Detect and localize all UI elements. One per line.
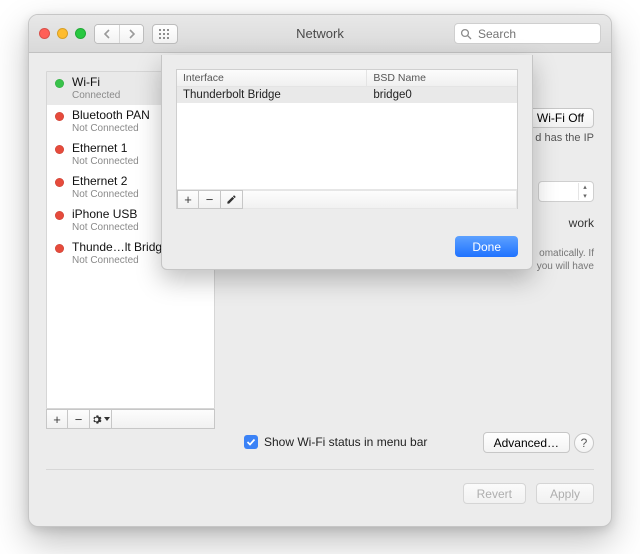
close-window-button[interactable] xyxy=(39,28,50,39)
sidebar-item-status: Not Connected xyxy=(72,156,139,168)
status-dot-icon xyxy=(55,112,64,121)
status-dot-icon xyxy=(55,79,64,88)
prefs-window: Network Wi-Fi Connected Bluetooth PAN No… xyxy=(28,14,612,527)
actions-menu-button[interactable] xyxy=(90,409,112,429)
sidebar-item-label: Wi-Fi xyxy=(72,76,120,90)
show-all-button[interactable] xyxy=(152,24,178,44)
virtual-interfaces-sheet: Interface BSD Name Thunderbolt Bridge br… xyxy=(161,55,533,270)
search-icon xyxy=(460,28,472,40)
sidebar-item-status: Not Connected xyxy=(72,222,139,234)
show-wifi-status-row[interactable]: Show Wi-Fi status in menu bar xyxy=(244,435,427,449)
zoom-window-button[interactable] xyxy=(75,28,86,39)
separator xyxy=(46,469,594,470)
sidebar-item-label: Thunde…lt Bridge xyxy=(72,241,169,255)
apply-button[interactable]: Apply xyxy=(536,483,594,504)
add-virtual-interface-button[interactable]: + xyxy=(177,190,199,209)
show-wifi-label: Show Wi-Fi status in menu bar xyxy=(264,435,427,449)
chevron-down-icon xyxy=(104,417,110,422)
turn-wifi-off-button[interactable]: Wi-Fi Off xyxy=(527,108,594,128)
edit-virtual-interface-button[interactable] xyxy=(221,190,243,209)
gear-icon xyxy=(91,414,102,425)
status-dot-icon xyxy=(55,211,64,220)
remove-virtual-interface-button[interactable]: − xyxy=(199,190,221,209)
search-field[interactable] xyxy=(454,23,601,44)
sidebar-item-label: Ethernet 1 xyxy=(72,142,139,156)
footer-buttons: Revert Apply xyxy=(463,483,594,504)
interfaces-table: Interface BSD Name Thunderbolt Bridge br… xyxy=(176,69,518,209)
remove-interface-button[interactable]: − xyxy=(68,409,90,429)
table-footer-spacer xyxy=(243,190,517,209)
sidebar-item-label: iPhone USB xyxy=(72,208,139,222)
col-bsd-name[interactable]: BSD Name xyxy=(367,70,517,86)
pencil-icon xyxy=(226,194,237,205)
sidebar-footer: + − xyxy=(46,409,215,429)
status-dot-icon xyxy=(55,244,64,253)
minimize-window-button[interactable] xyxy=(57,28,68,39)
table-header-row: Interface BSD Name xyxy=(177,70,517,87)
sidebar-item-label: Bluetooth PAN xyxy=(72,109,150,123)
help-button[interactable]: ? xyxy=(574,433,594,453)
cell-bsd-name: bridge0 xyxy=(367,87,517,103)
checkbox-checked-icon[interactable] xyxy=(244,435,258,449)
sidebar-item-label: Ethernet 2 xyxy=(72,175,139,189)
search-input[interactable] xyxy=(476,26,595,42)
forward-button[interactable] xyxy=(119,25,143,43)
select-stepper-icon: ▴▾ xyxy=(578,183,591,200)
table-footer: + − xyxy=(177,189,517,208)
network-label-fragment: work xyxy=(569,216,594,230)
sidebar-item-status: Not Connected xyxy=(72,189,139,201)
revert-button[interactable]: Revert xyxy=(463,483,526,504)
status-text-fragment: d has the IP xyxy=(535,131,594,146)
sidebar-item-status: Not Connected xyxy=(72,255,169,267)
col-interface[interactable]: Interface xyxy=(177,70,367,86)
add-interface-button[interactable]: + xyxy=(46,409,68,429)
cell-interface: Thunderbolt Bridge xyxy=(177,87,367,103)
sidebar-item-status: Connected xyxy=(72,90,120,102)
status-dot-icon xyxy=(55,178,64,187)
advanced-button[interactable]: Advanced… xyxy=(483,432,570,453)
table-row[interactable]: Thunderbolt Bridge bridge0 xyxy=(177,87,517,103)
sidebar-item-status: Not Connected xyxy=(72,123,150,135)
back-button[interactable] xyxy=(95,25,119,43)
network-name-select[interactable]: ▴▾ xyxy=(538,181,594,202)
sidebar-footer-spacer xyxy=(112,409,215,429)
status-dot-icon xyxy=(55,145,64,154)
done-button[interactable]: Done xyxy=(455,236,518,257)
hint-text-fragment: omatically. If you will have xyxy=(537,248,594,273)
window-controls xyxy=(39,28,86,39)
titlebar: Network xyxy=(29,15,611,53)
nav-back-forward xyxy=(94,24,144,44)
